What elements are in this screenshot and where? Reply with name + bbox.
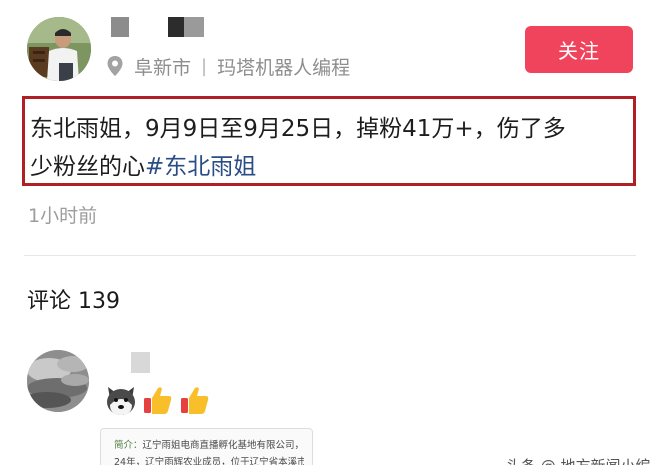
commenter-avatar[interactable]	[27, 350, 89, 412]
thumbs-up-icon	[144, 387, 172, 414]
location-pin-icon	[107, 56, 123, 76]
post-text-line-1: 东北雨姐，9月9日至9月25日，掉粉41万+，伤了多	[30, 116, 566, 142]
thumbs-up-icon	[181, 387, 209, 414]
watermark: 头条 @ 地方新闻小编	[506, 455, 651, 465]
author-avatar[interactable]	[27, 17, 91, 81]
post-text-line-2-prefix: 少粉丝的心	[30, 154, 145, 180]
card-line-2: 24年，辽宁雨辉农业成员，位于辽宁省本溪市，是一家	[114, 454, 304, 465]
card-line-2-text: 24年，辽宁雨辉农业成员，位于辽宁省本溪市，是一家	[114, 457, 304, 465]
post-timestamp: 1小时前	[28, 205, 98, 227]
username-redacted	[184, 17, 204, 37]
follow-button[interactable]: 关注	[525, 26, 633, 73]
company-text: 玛塔机器人编程	[217, 56, 351, 79]
username-redacted	[168, 17, 184, 37]
hashtag-link[interactable]: #东北雨姐	[145, 154, 256, 180]
post-text-line-2: 少粉丝的心#东北雨姐	[30, 148, 633, 186]
comment-attached-image[interactable]: 简介：辽宁雨姐电商直播孵化基地有限公司，成立于20 24年，辽宁雨辉农业成员，位…	[100, 428, 313, 465]
dog-face-icon	[107, 387, 135, 415]
comments-count-title: 评论 139	[27, 289, 120, 314]
card-line-1-lead: 简介：	[114, 440, 143, 451]
comment-emojis	[104, 383, 215, 417]
post-content-highlight: 东北雨姐，9月9日至9月25日，掉粉41万+，伤了多 少粉丝的心#东北雨姐	[22, 96, 636, 186]
card-line-1: 简介：辽宁雨姐电商直播孵化基地有限公司，成立于20	[114, 437, 304, 454]
author-meta: 阜新市 | 玛塔机器人编程	[106, 53, 350, 79]
commenter-name-redacted	[131, 352, 150, 373]
card-line-1-text: 辽宁雨姐电商直播孵化基地有限公司，成立于20	[142, 440, 304, 451]
location-text: 阜新市	[134, 56, 192, 79]
section-divider	[24, 255, 636, 256]
meta-separator: |	[201, 55, 208, 77]
username-redacted	[111, 17, 129, 37]
